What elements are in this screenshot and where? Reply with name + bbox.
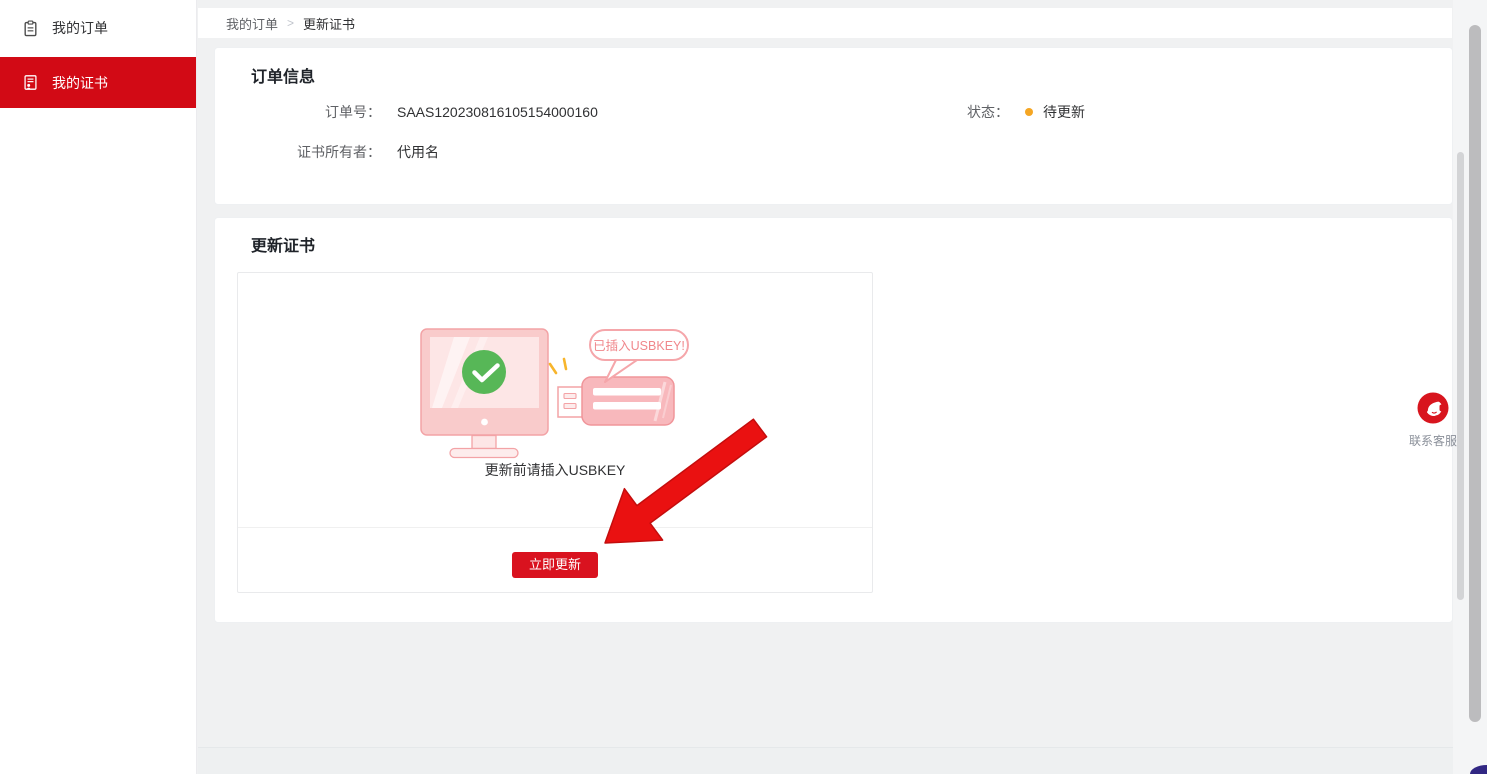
usbkey-illustration: 已插入USBKEY! xyxy=(420,327,690,462)
contact-service-widget[interactable]: 联系客服 xyxy=(1404,392,1462,449)
outer-scrollbar-thumb[interactable] xyxy=(1469,25,1481,722)
breadcrumb: 我的订单 > 更新证书 xyxy=(198,8,1452,38)
order-number-value: SAAS120230816105154000160 xyxy=(397,102,598,122)
speech-bubble-text: 已插入USBKEY! xyxy=(593,339,685,353)
update-now-button[interactable]: 立即更新 xyxy=(512,552,598,578)
certificate-owner-value: 代用名 xyxy=(397,142,439,162)
certificate-icon xyxy=(22,74,39,91)
update-cert-title: 更新证书 xyxy=(251,232,1452,256)
scrollbar-track-area xyxy=(1453,0,1487,774)
certificate-owner-row: 证书所有者： 代用名 xyxy=(251,142,963,182)
sidebar-item-label: 我的证书 xyxy=(52,73,108,93)
usbkey-panel: 已插入USBKEY! 更新前请插入USBKEY 立即更新 xyxy=(237,272,873,593)
status-label: 状态： xyxy=(963,102,1009,122)
sidebar-item-my-orders[interactable]: 我的订单 xyxy=(0,8,196,48)
status-value: 待更新 xyxy=(1043,102,1085,122)
sidebar-item-my-certificates[interactable]: 我的证书 xyxy=(0,57,196,108)
bottom-strip xyxy=(198,747,1487,774)
green-checkmark-icon xyxy=(462,350,506,394)
order-number-row: 订单号： SAAS120230816105154000160 xyxy=(251,102,963,142)
breadcrumb-current: 更新证书 xyxy=(303,14,355,33)
panel-divider xyxy=(238,527,872,528)
main-area: 我的订单 > 更新证书 订单信息 订单号： SAAS12023081610515… xyxy=(198,0,1452,774)
status-dot-icon xyxy=(1025,108,1033,116)
order-info-fields: 订单号： SAAS120230816105154000160 状态： 待更新 证… xyxy=(251,102,1452,182)
certificate-owner-label: 证书所有者： xyxy=(251,142,381,162)
order-info-title: 订单信息 xyxy=(251,63,1452,87)
sparkle-icon xyxy=(550,364,556,373)
order-number-label: 订单号： xyxy=(251,102,381,122)
update-cert-card: 更新证书 xyxy=(214,217,1453,623)
usb-connector xyxy=(558,387,584,417)
contact-service-label: 联系客服 xyxy=(1404,432,1462,449)
headset-agent-icon xyxy=(1417,392,1449,424)
inner-scrollbar-thumb[interactable] xyxy=(1457,152,1464,600)
breadcrumb-my-orders[interactable]: 我的订单 xyxy=(226,14,278,33)
order-info-card: 订单信息 订单号： SAAS120230816105154000160 状态： … xyxy=(214,47,1453,205)
breadcrumb-separator-icon: > xyxy=(287,16,294,30)
clipboard-icon xyxy=(22,20,39,37)
sidebar: 我的订单 我的证书 xyxy=(0,0,197,774)
usbkey-caption: 更新前请插入USBKEY xyxy=(238,460,872,480)
corner-accent xyxy=(1470,765,1487,774)
status-row: 状态： 待更新 xyxy=(963,102,1452,142)
sidebar-item-label: 我的订单 xyxy=(52,18,108,38)
